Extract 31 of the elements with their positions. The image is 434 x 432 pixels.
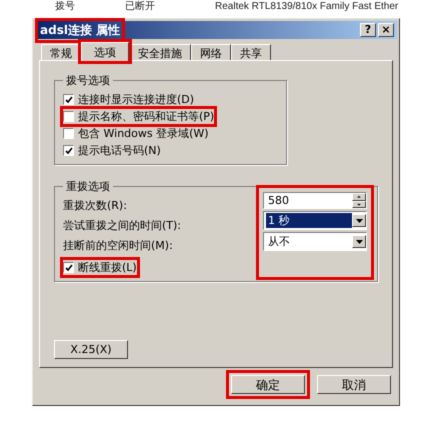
tab[interactable]: 网络 [191, 44, 231, 60]
dialog-button[interactable]: 取消 [317, 375, 391, 394]
tab[interactable]: 安全措施 [129, 44, 191, 60]
checkmark-icon [64, 264, 72, 272]
field-label: 重拨次数(R): [63, 198, 128, 214]
checkbox[interactable]: 断线重拨(L) [63, 260, 137, 275]
tab[interactable]: 共享 [231, 44, 271, 60]
checkbox[interactable]: 连接时显示连接进度(D) [63, 92, 194, 107]
help-button[interactable]: ? [360, 23, 376, 37]
type-cell: 拨号 [55, 0, 75, 13]
group-title: 重拨选项 [65, 179, 111, 194]
status-cell: 已断开 [125, 0, 155, 13]
group-title: 拨号选项 [65, 73, 111, 88]
checkbox[interactable]: 提示电话号码(N) [63, 143, 161, 158]
spin-arrows-icon[interactable] [352, 193, 366, 208]
window-title: adsl连接 属性 [38, 20, 122, 40]
close-button[interactable]: × [378, 23, 394, 37]
dropdown[interactable]: 1 秒 [263, 211, 367, 230]
checkbox[interactable]: 包含 Windows 登录域(W) [63, 126, 209, 141]
dialog-button[interactable]: 确定 [231, 375, 305, 394]
device-cell: Realtek RTL8139/810x Family Fast Ether [215, 0, 398, 13]
number-spinner[interactable]: 580 [263, 192, 367, 209]
checkmark-icon [64, 146, 72, 154]
checkmark-icon [64, 96, 72, 104]
field-label: 尝试重拨之间的时间(T): [63, 218, 182, 234]
dropdown[interactable]: 从不 [263, 232, 367, 251]
x25-button[interactable]: X.25(X) [54, 340, 128, 359]
field-label: 挂断前的空闲时间(M): [63, 238, 174, 254]
tab[interactable]: 选项 [81, 42, 129, 61]
checkbox[interactable]: 提示名称、密码和证书等(P) [63, 109, 214, 124]
tab[interactable]: 常规 [41, 44, 81, 60]
